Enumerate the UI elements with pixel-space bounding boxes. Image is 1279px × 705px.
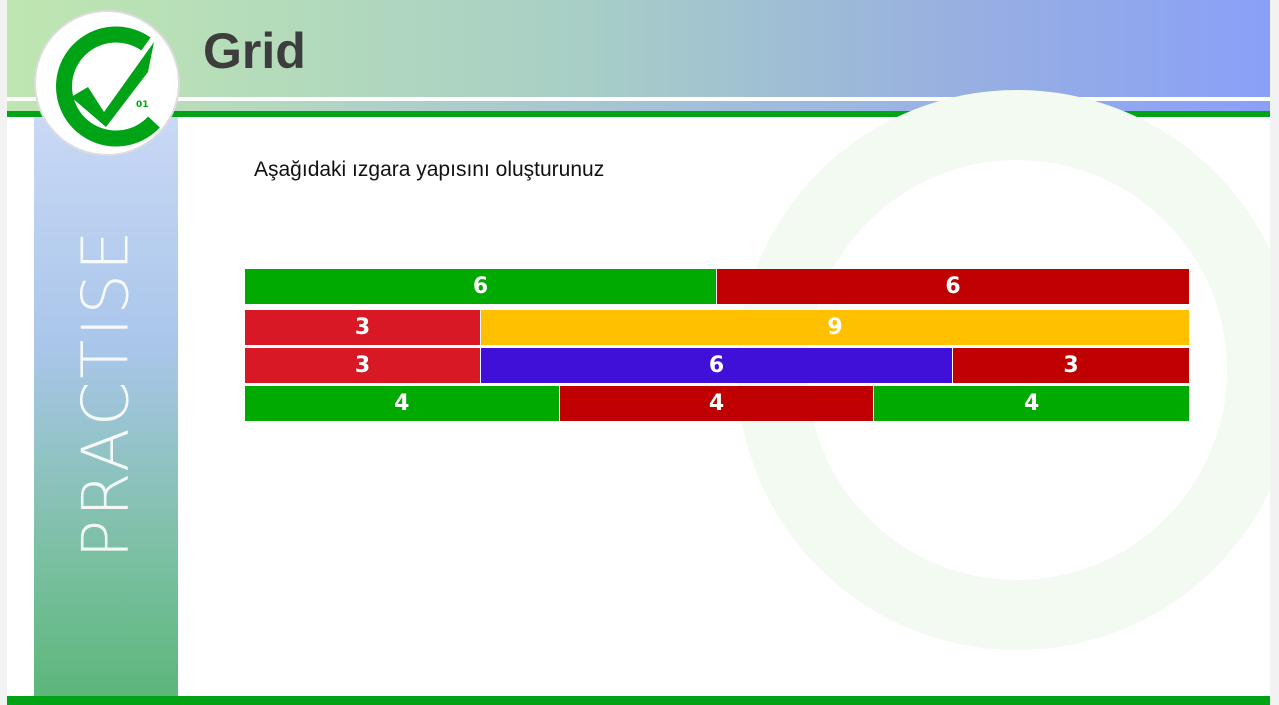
grid-row: 39 — [245, 310, 1189, 345]
grid-row: 444 — [245, 386, 1189, 421]
grid-cell: 4 — [559, 386, 875, 421]
grid-cell: 6 — [481, 348, 953, 383]
logo: 01 — [34, 10, 180, 156]
slide: PRACTISE 01 Grid Aşağıdaki ızgara yapısı… — [7, 0, 1270, 705]
grid-row: 66 — [245, 269, 1189, 304]
grid-cell: 4 — [245, 386, 560, 421]
grid-row: 363 — [245, 348, 1189, 383]
checkmark-logo-icon: 01 — [56, 26, 160, 147]
grid-cell: 4 — [874, 386, 1189, 421]
footer-bar — [7, 696, 1270, 705]
instruction-text: Aşağıdaki ızgara yapısını oluşturunuz — [254, 158, 605, 181]
page-title: Grid — [203, 23, 306, 79]
grid-cell: 3 — [953, 348, 1189, 383]
header-banner — [7, 0, 1270, 97]
sidebar-label-wrap: PRACTISE — [34, 120, 178, 680]
grid-cell: 3 — [245, 310, 481, 345]
sidebar-label: PRACTISE — [69, 227, 143, 559]
grid-cell: 3 — [245, 348, 481, 383]
grid-cell: 6 — [245, 269, 717, 304]
grid-cell: 9 — [481, 310, 1189, 345]
svg-text:01: 01 — [136, 100, 149, 110]
grid-cell: 6 — [717, 269, 1189, 304]
